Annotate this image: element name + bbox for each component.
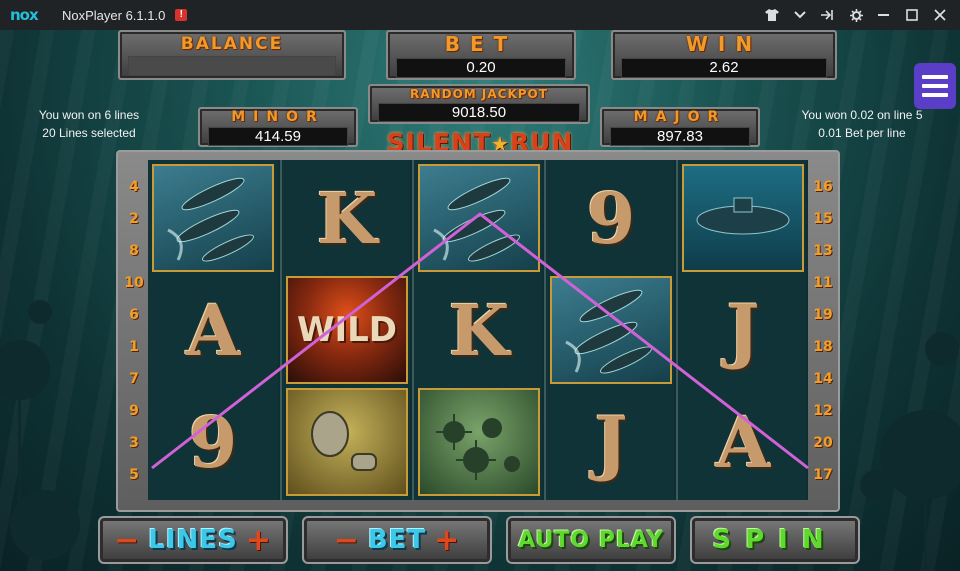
- minimize-icon[interactable]: [872, 3, 896, 27]
- window-controls: [760, 0, 952, 30]
- maximize-icon[interactable]: [900, 3, 924, 27]
- payline-number-9[interactable]: 9: [123, 400, 145, 422]
- balance-panel: BALANCE: [118, 30, 346, 80]
- minor-label: MINOR: [231, 109, 325, 125]
- shirt-icon[interactable]: [760, 3, 784, 27]
- symbol-submarine-icon: [682, 164, 804, 272]
- bet-plus-button[interactable]: +: [434, 523, 460, 558]
- bet-label: BET: [444, 32, 518, 56]
- win-panel: WIN 2.62: [611, 30, 837, 80]
- payline-number-1[interactable]: 1: [123, 336, 145, 358]
- symbol-mines-icon: [418, 388, 540, 496]
- bet-button-label: BET: [367, 525, 427, 555]
- mine-chain-decoration: [924, 500, 927, 571]
- symbol-wild: WILD: [286, 276, 408, 384]
- symbol-torpedo-icon: [152, 164, 274, 272]
- bet-value: 0.20: [396, 58, 566, 78]
- gear-icon[interactable]: [844, 3, 868, 27]
- payline-number-11[interactable]: 11: [812, 272, 834, 294]
- reel-3: K: [412, 160, 542, 500]
- jackpot-panel: RANDOM JACKPOT 9018.50: [368, 84, 590, 124]
- win-value: 2.62: [621, 58, 827, 78]
- reel-4: 9J: [544, 160, 674, 500]
- chevron-down-icon[interactable]: [788, 3, 812, 27]
- sea-mine-decoration: [880, 410, 960, 500]
- payline-number-2[interactable]: 2: [123, 208, 145, 230]
- info-right-line-1: You won 0.02 on line 5: [801, 108, 923, 122]
- window-title: NoxPlayer 6.1.1.0: [62, 7, 166, 23]
- win-label: WIN: [685, 32, 763, 56]
- payline-number-19[interactable]: 19: [812, 304, 834, 326]
- lines-label: LINES: [148, 525, 238, 555]
- payline-number-18[interactable]: 18: [812, 336, 834, 358]
- menu-button[interactable]: [914, 63, 956, 109]
- win-summary-left: You won on 6 lines 20 Lines selected: [14, 106, 164, 142]
- payline-number-8[interactable]: 8: [123, 240, 145, 262]
- symbol-J: J: [594, 400, 628, 484]
- autoplay-label: AUTO PLAY: [518, 527, 664, 553]
- symbol-9: 9: [188, 400, 238, 484]
- symbol-K: K: [316, 176, 378, 260]
- lines-control: − LINES +: [98, 516, 288, 564]
- lines-minus-button[interactable]: −: [114, 523, 140, 558]
- payline-number-4[interactable]: 4: [123, 176, 145, 198]
- minor-value: 414.59: [208, 127, 348, 146]
- payline-number-15[interactable]: 15: [812, 208, 834, 230]
- balance-label: BALANCE: [180, 34, 284, 54]
- wild-text: WILD: [296, 310, 398, 350]
- major-panel: MAJOR 897.83: [600, 107, 760, 147]
- symbol-torpedo-icon: [550, 276, 672, 384]
- bet-minus-button[interactable]: −: [334, 523, 360, 558]
- sea-mine-decoration: [10, 490, 80, 560]
- payline-number-6[interactable]: 6: [123, 304, 145, 326]
- reel-1: A9: [148, 160, 278, 500]
- payline-number-17[interactable]: 17: [812, 464, 834, 486]
- bet-control: − BET +: [302, 516, 492, 564]
- spin-button[interactable]: SPIN: [690, 516, 860, 564]
- symbol-torpedo-icon: [418, 164, 540, 272]
- update-badge[interactable]: !: [175, 9, 188, 21]
- reels: A 9 K WILD K 9 J J A: [148, 160, 808, 500]
- lines-plus-button[interactable]: +: [246, 523, 272, 558]
- payline-number-13[interactable]: 13: [812, 240, 834, 262]
- menu-icon: [922, 75, 948, 79]
- nox-logo: nox: [10, 6, 39, 24]
- symbol-9: 9: [586, 176, 636, 260]
- payline-number-14[interactable]: 14: [812, 368, 834, 390]
- reel-5: JA: [676, 160, 806, 500]
- minor-panel: MINOR 414.59: [198, 107, 358, 147]
- close-icon[interactable]: [928, 3, 952, 27]
- sea-mine-decoration: [925, 332, 959, 366]
- reel-2: K WILD: [280, 160, 410, 500]
- sea-mine-decoration: [860, 470, 890, 500]
- info-left-line-1: You won on 6 lines: [38, 108, 140, 122]
- sea-mine-decoration: [28, 300, 52, 324]
- symbol-A: A: [185, 288, 241, 372]
- win-summary-right: You won 0.02 on line 5 0.01 Bet per line: [774, 106, 950, 142]
- symbol-K: K: [448, 288, 510, 372]
- info-right-line-2: 0.01 Bet per line: [818, 126, 906, 140]
- symbol-depth-charge-icon: [286, 388, 408, 496]
- symbol-A: A: [715, 400, 771, 484]
- symbol-J: J: [726, 288, 760, 372]
- autoplay-button[interactable]: AUTO PLAY: [506, 516, 676, 564]
- major-value: 897.83: [610, 127, 750, 146]
- jackpot-label: RANDOM JACKPOT: [410, 87, 548, 101]
- payline-number-20[interactable]: 20: [812, 432, 834, 454]
- balance-value: [128, 56, 336, 76]
- bet-panel: BET 0.20: [386, 30, 576, 80]
- jackpot-value: 9018.50: [378, 103, 580, 122]
- payline-number-12[interactable]: 12: [812, 400, 834, 422]
- payline-number-10[interactable]: 10: [123, 272, 145, 294]
- spin-label: SPIN: [712, 525, 838, 555]
- window-titlebar: nox NoxPlayer 6.1.1.0 !: [0, 0, 960, 30]
- pin-icon[interactable]: [816, 3, 840, 27]
- payline-number-7[interactable]: 7: [123, 368, 145, 390]
- payline-number-5[interactable]: 5: [123, 464, 145, 486]
- major-label: MAJOR: [633, 109, 727, 125]
- info-left-line-2: 20 Lines selected: [42, 126, 136, 140]
- payline-number-16[interactable]: 16: [812, 176, 834, 198]
- payline-number-3[interactable]: 3: [123, 432, 145, 454]
